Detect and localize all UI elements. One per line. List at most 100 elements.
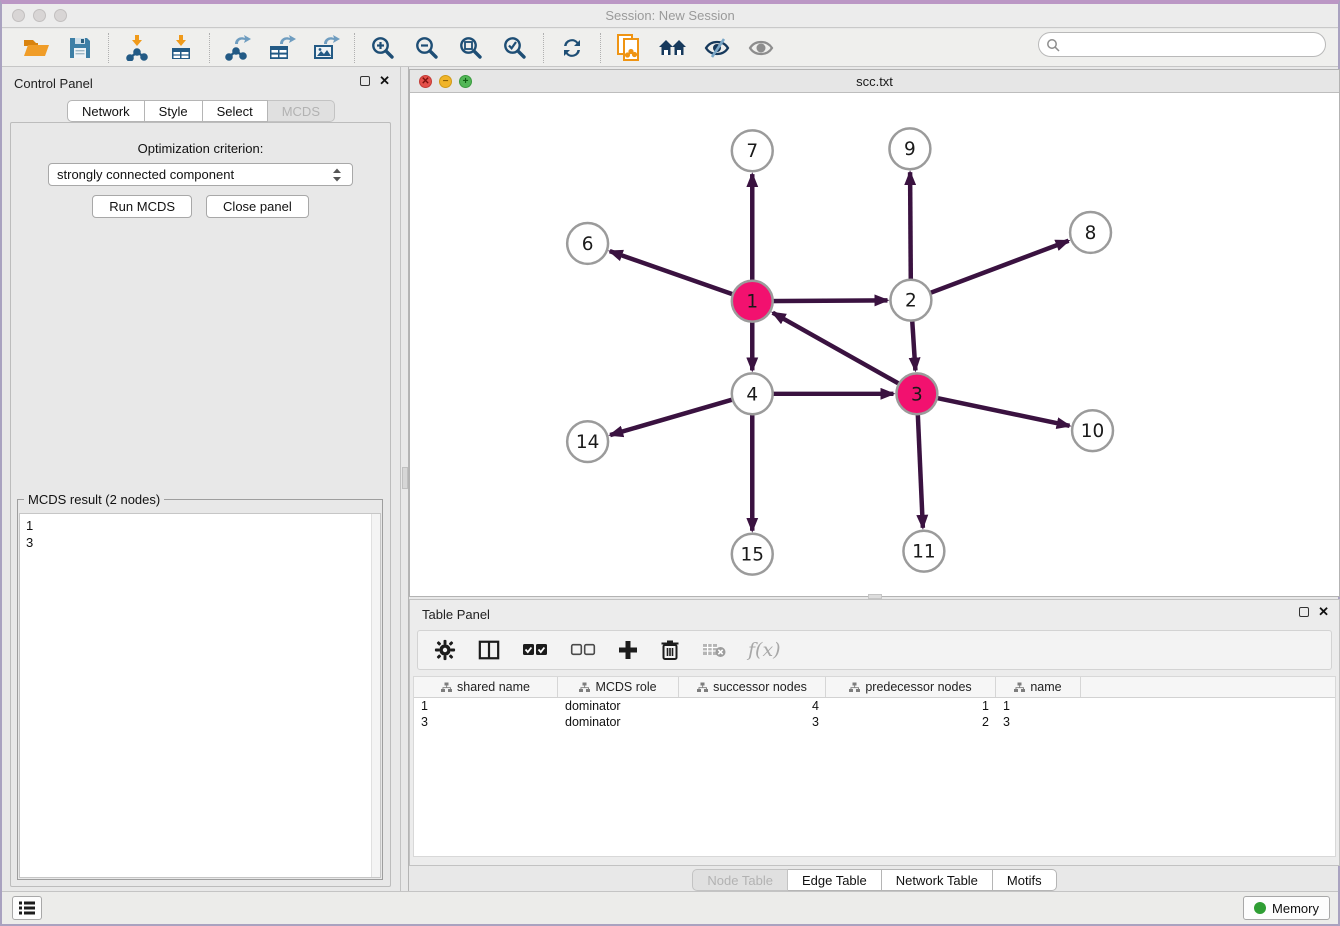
- list-icon: [18, 900, 36, 916]
- network-canvas[interactable]: 7 9 6 8 1 2 4 3 14 10 15 11: [410, 93, 1339, 596]
- search-input[interactable]: [1060, 35, 1325, 55]
- status-bar: Memory: [2, 891, 1338, 924]
- svg-text:9: 9: [904, 139, 916, 160]
- node-10[interactable]: 10: [1072, 410, 1113, 451]
- edge-3-1[interactable]: [773, 313, 917, 394]
- select-all-icon[interactable]: [522, 643, 548, 657]
- column-header-name[interactable]: name: [996, 677, 1081, 697]
- table-panel: Table Panel ✕: [409, 599, 1340, 866]
- network-view-window: ✕ − + scc.txt 7968124314101511: [409, 69, 1340, 597]
- zoom-in-icon[interactable]: [368, 33, 398, 63]
- zoom-selected-icon[interactable]: [500, 33, 530, 63]
- memory-button[interactable]: Memory: [1243, 896, 1330, 920]
- node-4[interactable]: 4: [732, 373, 773, 414]
- export-table-icon[interactable]: [267, 33, 297, 63]
- show-all-icon[interactable]: [746, 33, 776, 63]
- function-builder-icon: f(x): [748, 639, 781, 661]
- network-graph[interactable]: 7 9 6 8 1 2 4 3 14 10 15 11: [410, 93, 1339, 596]
- open-icon[interactable]: [21, 33, 51, 63]
- column-header-shared-name[interactable]: shared name: [414, 677, 558, 697]
- edge-3-10[interactable]: [917, 394, 1070, 426]
- import-table-icon[interactable]: [166, 33, 196, 63]
- svg-text:4: 4: [746, 384, 758, 405]
- first-neighbors-icon[interactable]: [658, 33, 688, 63]
- panel-splitter[interactable]: [400, 67, 409, 891]
- column-header-successor-nodes[interactable]: successor nodes: [679, 677, 826, 697]
- node-15[interactable]: 15: [732, 534, 773, 575]
- table-panel-title: Table Panel: [422, 607, 490, 622]
- cell-name: 3: [996, 714, 1081, 730]
- run-mcds-button[interactable]: Run MCDS: [92, 195, 192, 218]
- mcds-result-list[interactable]: 13: [19, 513, 381, 878]
- export-image-icon[interactable]: [311, 33, 341, 63]
- gear-icon[interactable]: [434, 639, 456, 661]
- memory-label: Memory: [1272, 901, 1319, 916]
- close-table-panel-icon[interactable]: ✕: [1318, 607, 1329, 617]
- column-label: name: [1030, 680, 1061, 694]
- tab-network[interactable]: Network: [67, 100, 145, 122]
- column-view-icon[interactable]: [478, 639, 500, 661]
- svg-text:3: 3: [911, 384, 923, 405]
- splitter-grip[interactable]: [402, 467, 408, 489]
- delete-column-icon[interactable]: [660, 639, 680, 661]
- column-label: MCDS role: [595, 680, 656, 694]
- table-row[interactable]: 3dominator323: [414, 714, 1335, 730]
- node-9[interactable]: 9: [889, 128, 930, 169]
- node-table: shared name MCDS role successor nodes prede…: [413, 676, 1336, 857]
- edge-1-6[interactable]: [610, 251, 753, 301]
- window-title: Session: New Session: [2, 8, 1338, 23]
- cell-shared-name: 3: [414, 714, 558, 730]
- tab-select[interactable]: Select: [203, 100, 268, 122]
- mcds-result-title: MCDS result (2 nodes): [24, 492, 164, 507]
- tab-mcds[interactable]: MCDS: [268, 100, 335, 122]
- table-tab-motifs[interactable]: Motifs: [993, 869, 1057, 891]
- deselect-all-icon[interactable]: [570, 643, 596, 657]
- search-icon: [1046, 38, 1060, 52]
- column-label: successor nodes: [713, 680, 807, 694]
- table-tab-edge-table[interactable]: Edge Table: [788, 869, 882, 891]
- scrollbar[interactable]: [371, 514, 380, 877]
- svg-text:15: 15: [741, 545, 764, 566]
- column-header-predecessor-nodes[interactable]: predecessor nodes: [826, 677, 996, 697]
- close-panel-button[interactable]: Close panel: [206, 195, 309, 218]
- mcds-panel: Optimization criterion: strongly connect…: [10, 122, 391, 887]
- table-tab-node-table[interactable]: Node Table: [692, 869, 788, 891]
- edge-4-14[interactable]: [610, 394, 752, 435]
- node-14[interactable]: 14: [567, 421, 608, 462]
- cell-shared-name: 1: [414, 698, 558, 714]
- table-body: 1dominator4113dominator323: [414, 698, 1335, 730]
- refresh-icon[interactable]: [557, 33, 587, 63]
- float-table-panel-icon[interactable]: [1299, 607, 1309, 617]
- table-row[interactable]: 1dominator411: [414, 698, 1335, 714]
- network-from-selection-icon[interactable]: [614, 33, 644, 63]
- cell-mcds-role: dominator: [558, 698, 679, 714]
- zoom-out-icon[interactable]: [412, 33, 442, 63]
- node-3[interactable]: 3: [896, 373, 937, 414]
- node-1[interactable]: 1: [732, 281, 773, 322]
- hide-selected-icon[interactable]: [702, 33, 732, 63]
- criterion-select[interactable]: strongly connected component: [48, 163, 353, 186]
- node-7[interactable]: 7: [732, 130, 773, 171]
- float-panel-icon[interactable]: [360, 76, 370, 86]
- app-window: Session: New Session: [0, 0, 1340, 926]
- cell-successor-nodes: 4: [679, 698, 826, 714]
- add-column-icon[interactable]: [618, 640, 638, 660]
- table-tab-network-table[interactable]: Network Table: [882, 869, 993, 891]
- cell-predecessor-nodes: 2: [826, 714, 996, 730]
- export-network-icon[interactable]: [223, 33, 253, 63]
- tab-style[interactable]: Style: [145, 100, 203, 122]
- edge-2-8[interactable]: [911, 241, 1069, 300]
- node-11[interactable]: 11: [903, 531, 944, 572]
- node-8[interactable]: 8: [1070, 212, 1111, 253]
- node-6[interactable]: 6: [567, 223, 608, 264]
- main-toolbar: [2, 29, 1338, 67]
- import-network-icon[interactable]: [122, 33, 152, 63]
- cell-predecessor-nodes: 1: [826, 698, 996, 714]
- save-icon[interactable]: [65, 33, 95, 63]
- task-history-button[interactable]: [12, 896, 42, 920]
- column-header-mcds-role[interactable]: MCDS role: [558, 677, 679, 697]
- search-box: [1038, 32, 1326, 57]
- node-2[interactable]: 2: [890, 280, 931, 321]
- close-panel-icon[interactable]: ✕: [379, 76, 390, 86]
- zoom-fit-icon[interactable]: [456, 33, 486, 63]
